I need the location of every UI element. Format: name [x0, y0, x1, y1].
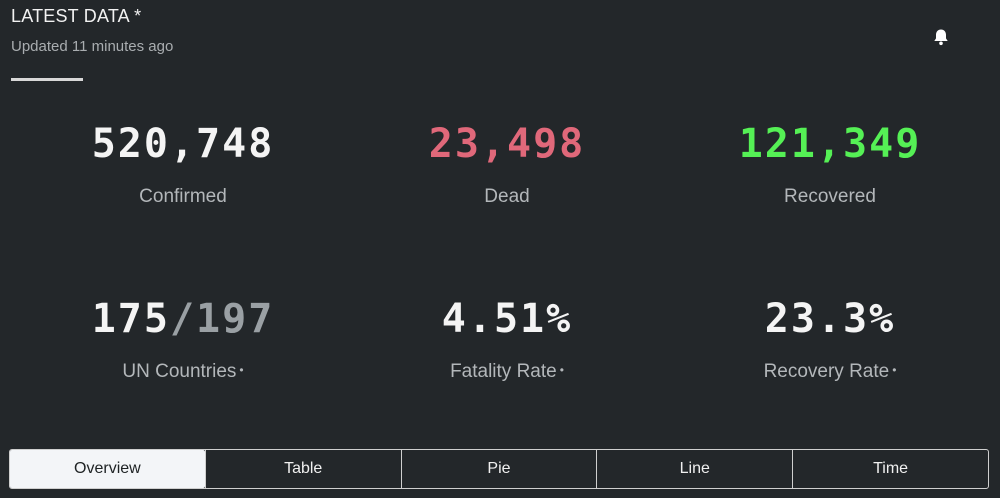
fatality-rate-value: 4.51%: [342, 297, 672, 341]
recovery-rate-value: 23.3%: [665, 297, 995, 341]
tab-overview[interactable]: Overview: [10, 450, 205, 488]
confirmed-label: Confirmed: [139, 186, 227, 207]
un-countries-label[interactable]: UN Countries •: [18, 361, 348, 383]
recovery-rate-label-text: Recovery Rate: [763, 361, 890, 382]
fatality-rate-unit: %: [546, 296, 573, 342]
fatality-rate-label[interactable]: Fatality Rate •: [342, 361, 672, 383]
confirmed-value: 520,748: [91, 121, 275, 167]
info-dot-icon: •: [559, 363, 564, 377]
view-tabs: Overview Table Pie Line Time: [9, 449, 989, 489]
title-underline: [11, 78, 83, 81]
tab-line[interactable]: Line: [596, 450, 792, 488]
tab-table[interactable]: Table: [204, 450, 401, 488]
un-countries-label-text: UN Countries: [122, 361, 237, 382]
info-dot-icon: •: [892, 363, 897, 377]
un-countries-value: 175/197: [18, 297, 348, 341]
updated-timestamp: Updated 11 minutes ago: [11, 38, 174, 55]
fatality-rate-label-text: Fatality Rate: [450, 361, 557, 382]
stat-recovery-rate: 23.3% Recovery Rate •: [665, 297, 995, 383]
stat-dead: 23,498 Dead: [342, 122, 672, 208]
recovery-rate-label[interactable]: Recovery Rate •: [665, 361, 995, 383]
stat-un-countries: 175/197 UN Countries •: [18, 297, 348, 383]
recovery-rate-number: 23.3: [764, 296, 870, 342]
latest-data-panel: LATEST DATA * Updated 11 minutes ago 520…: [0, 0, 1000, 498]
fatality-rate-number: 4.51: [441, 296, 547, 342]
tab-time[interactable]: Time: [792, 450, 988, 488]
recovered-value: 121,349: [738, 121, 922, 167]
panel-title: LATEST DATA *: [11, 6, 142, 26]
recovery-rate-unit: %: [869, 296, 896, 342]
dead-value: 23,498: [428, 121, 586, 167]
stat-confirmed: 520,748 Confirmed: [18, 122, 348, 208]
stat-recovered: 121,349 Recovered: [665, 122, 995, 208]
tab-pie[interactable]: Pie: [400, 450, 597, 488]
stat-fatality-rate: 4.51% Fatality Rate •: [342, 297, 672, 383]
un-countries-total: /197: [169, 296, 275, 342]
panel-header: LATEST DATA * Updated 11 minutes ago: [11, 6, 173, 55]
recovered-label: Recovered: [784, 186, 876, 207]
bell-icon[interactable]: [931, 27, 951, 47]
info-dot-icon: •: [239, 363, 244, 377]
dead-label: Dead: [484, 186, 530, 207]
un-countries-count: 175: [91, 296, 170, 342]
